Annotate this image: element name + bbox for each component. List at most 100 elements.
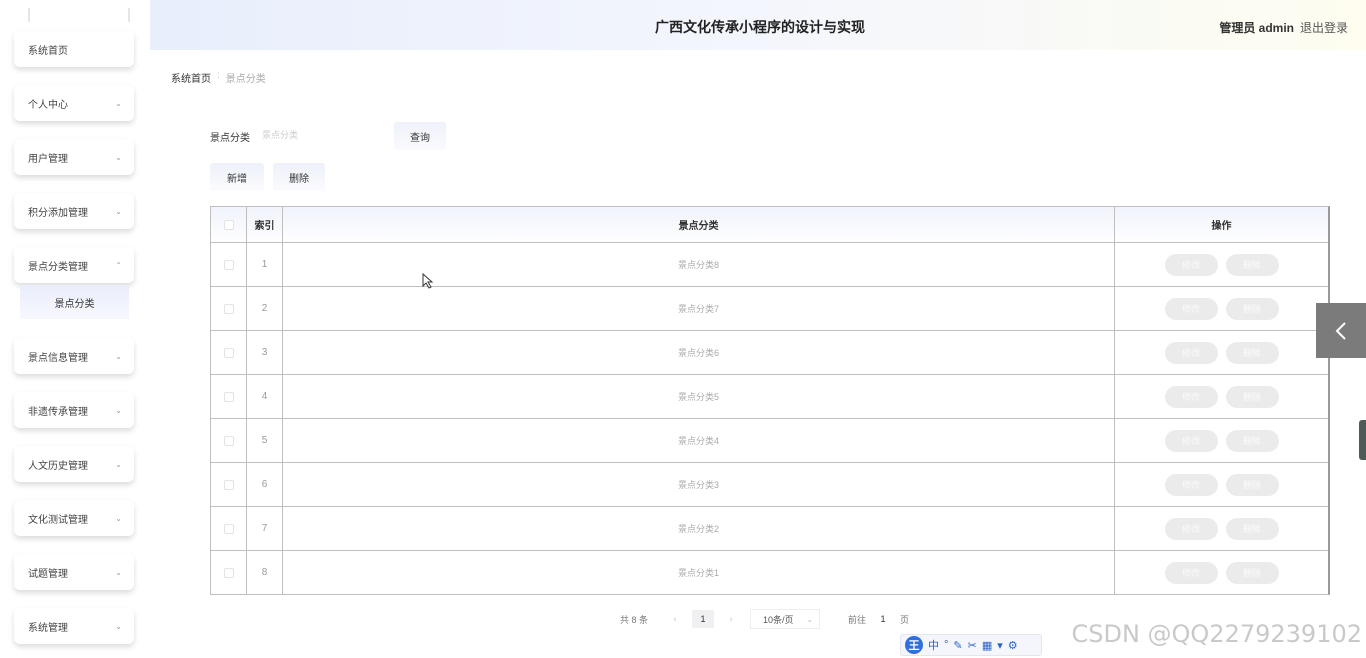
select-all-checkbox[interactable]	[223, 219, 234, 230]
delete-button[interactable]: 删除	[1225, 429, 1279, 452]
search-input[interactable]	[262, 125, 382, 145]
chevron-down-icon: ⌄	[115, 98, 122, 108]
row-checkbox[interactable]	[223, 523, 234, 534]
edit-button[interactable]: 修改	[1164, 297, 1218, 320]
row-name: 景点分类1	[283, 551, 1115, 594]
delete-button[interactable]: 删除	[1225, 253, 1279, 276]
keyboard-icon[interactable]: ▦	[982, 639, 992, 652]
ime-toolbar[interactable]: 王 中 ° ✎ ✂ ▦ ▾ ⚙	[900, 634, 1042, 656]
row-ops: 修改 删除	[1115, 419, 1328, 462]
punctuation-icon[interactable]: °	[944, 639, 948, 651]
sidebar-item-points-management[interactable]: 积分添加管理 ⌄	[14, 193, 134, 229]
sidebar-item-heritage-management[interactable]: 非遗传承管理 ⌄	[14, 392, 134, 428]
row-index: 3	[247, 331, 283, 374]
row-name: 景点分类3	[283, 463, 1115, 506]
watermark: CSDN @QQ2279239102	[1071, 620, 1362, 648]
sidebar-item-system-management[interactable]: 系统管理 ⌄	[14, 608, 134, 644]
table-row: 7 景点分类2 修改 删除	[211, 506, 1328, 550]
row-checkbox[interactable]	[223, 347, 234, 358]
sidebar-item-culture-test-management[interactable]: 文化测试管理 ⌄	[14, 500, 134, 536]
sidebar-item-question-management[interactable]: 试题管理 ⌄	[14, 554, 134, 590]
row-checkbox[interactable]	[223, 259, 234, 270]
sidebar-item-scenic-category-management[interactable]: 景点分类管理 ⌃	[14, 247, 134, 283]
chevron-right-icon[interactable]: ›	[724, 614, 738, 625]
goto-suffix: 页	[900, 614, 910, 625]
ime-mode[interactable]: 中	[928, 637, 939, 653]
delete-button[interactable]: 删除	[1225, 297, 1279, 320]
table-row: 8 景点分类1 修改 删除	[211, 550, 1328, 594]
sidebar-item-label: 用户管理	[28, 153, 68, 165]
sidebar-item-label: 文化测试管理	[28, 514, 88, 526]
sidebar-item-user-management[interactable]: 用户管理 ⌄	[14, 139, 134, 175]
search-label: 景点分类	[210, 133, 250, 144]
batch-delete-button[interactable]: 删除	[273, 163, 325, 191]
chevron-down-icon: ⌄	[115, 513, 122, 523]
edit-button[interactable]: 修改	[1164, 429, 1218, 452]
goto-page-input[interactable]	[870, 610, 897, 628]
table-row: 4 景点分类5 修改 删除	[211, 374, 1328, 418]
row-name: 景点分类8	[283, 243, 1115, 286]
edit-button[interactable]: 修改	[1164, 561, 1218, 584]
pen-icon[interactable]: ✎	[953, 639, 962, 652]
edit-button[interactable]: 修改	[1164, 385, 1218, 408]
edit-button[interactable]: 修改	[1164, 253, 1218, 276]
table-row: 5 景点分类4 修改 删除	[211, 418, 1328, 462]
page-size-select[interactable]: 10条/页 ⌄	[750, 609, 821, 629]
row-checkbox[interactable]	[223, 479, 234, 490]
breadcrumb-current: 景点分类	[225, 74, 266, 85]
delete-button[interactable]: 删除	[1225, 385, 1279, 408]
delete-button[interactable]: 删除	[1225, 341, 1279, 364]
delete-button[interactable]: 删除	[1225, 473, 1279, 496]
data-table: 索引 景点分类 操作 1 景点分类8 修改 删除 2 景点分类7 修改 删除 3	[210, 206, 1330, 595]
sidebar-item-label: 人文历史管理	[28, 460, 88, 472]
sidebar-item-home[interactable]: 系统首页	[14, 31, 134, 67]
row-index: 4	[247, 375, 283, 418]
header-checkbox-cell	[211, 207, 247, 242]
sidebar-item-scenic-info-management[interactable]: 景点信息管理 ⌄	[14, 338, 134, 374]
add-button[interactable]: 新增	[210, 163, 264, 191]
row-name: 景点分类6	[283, 331, 1115, 374]
row-name: 景点分类2	[283, 507, 1115, 550]
query-button[interactable]: 查询	[394, 122, 446, 150]
edit-button[interactable]: 修改	[1164, 473, 1218, 496]
row-checkbox-cell	[211, 551, 247, 594]
submenu-item-scenic-category[interactable]: 景点分类	[20, 285, 129, 319]
chevron-down-icon: ⌄	[115, 567, 122, 577]
row-checkbox[interactable]	[223, 567, 234, 578]
row-name: 景点分类4	[283, 419, 1115, 462]
row-index: 6	[247, 463, 283, 506]
row-ops: 修改 删除	[1115, 287, 1328, 330]
gear-icon[interactable]: ⚙	[1008, 639, 1018, 652]
breadcrumb-home[interactable]: 系统首页	[171, 70, 211, 85]
row-checkbox[interactable]	[223, 303, 234, 314]
user-label: 管理员 admin	[1219, 21, 1294, 35]
edge-handle[interactable]	[1359, 420, 1366, 460]
row-ops: 修改 删除	[1115, 243, 1328, 286]
chevron-down-icon: ⌄	[115, 459, 122, 469]
chevron-left-icon[interactable]: ‹	[668, 614, 682, 625]
delete-button[interactable]: 删除	[1225, 517, 1279, 540]
row-checkbox[interactable]	[223, 435, 234, 446]
table-header-row: 索引 景点分类 操作	[211, 207, 1328, 242]
side-panel-toggle[interactable]	[1316, 303, 1366, 358]
sidebar: 系统首页 个人中心 ⌄ 用户管理 ⌄ 积分添加管理 ⌄ 景点分类管理 ⌃ 景点分…	[0, 0, 148, 658]
row-checkbox-cell	[211, 419, 247, 462]
mouse-cursor-icon	[422, 273, 434, 289]
edit-button[interactable]: 修改	[1164, 341, 1218, 364]
page-number[interactable]: 1	[692, 610, 715, 628]
row-name: 景点分类5	[283, 375, 1115, 418]
row-name: 景点分类7	[283, 287, 1115, 330]
row-checkbox-cell	[211, 375, 247, 418]
shirt-icon[interactable]: ▾	[997, 639, 1003, 652]
delete-button[interactable]: 删除	[1225, 561, 1279, 584]
sidebar-item-personal-center[interactable]: 个人中心 ⌄	[14, 85, 134, 121]
row-checkbox[interactable]	[223, 391, 234, 402]
scissors-icon[interactable]: ✂	[968, 639, 977, 652]
edit-button[interactable]: 修改	[1164, 517, 1218, 540]
row-index: 5	[247, 419, 283, 462]
sidebar-item-history-management[interactable]: 人文历史管理 ⌄	[14, 446, 134, 482]
logout-link[interactable]: 退出登录	[1300, 19, 1348, 36]
pagination: 共 8 条 ‹ 1 › 10条/页 ⌄ 前往 页	[620, 609, 909, 629]
breadcrumb: 系统首页 : 景点分类	[171, 70, 266, 85]
chevron-down-icon: ⌄	[806, 614, 814, 624]
